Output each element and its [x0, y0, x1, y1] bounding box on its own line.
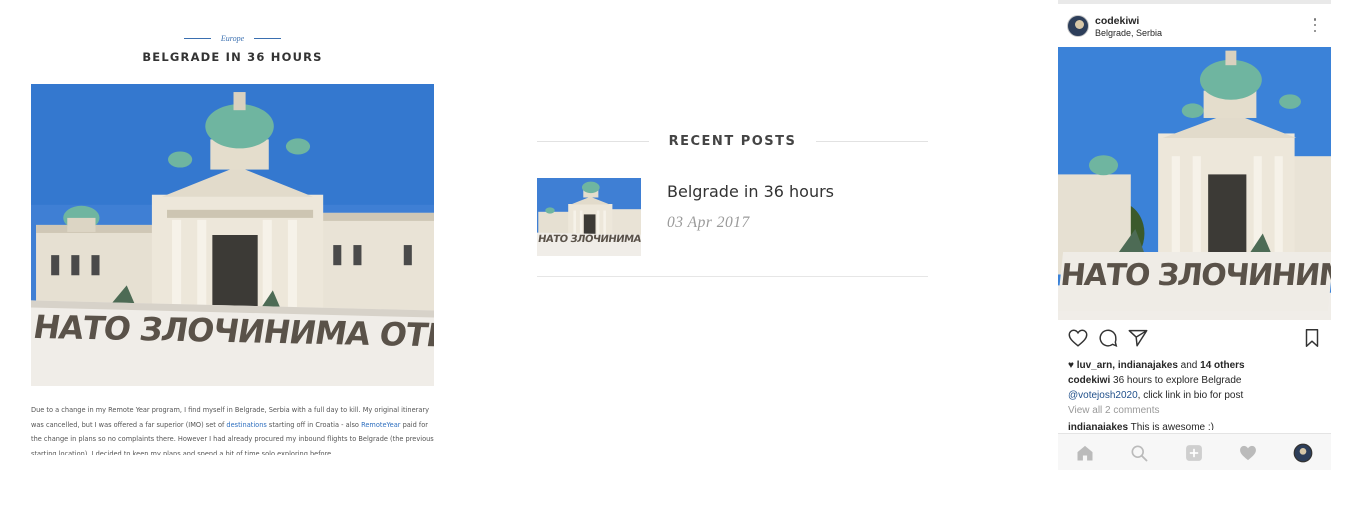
comment-text: This is awesome :): [1128, 422, 1214, 430]
destinations-link[interactable]: destinations: [226, 421, 266, 429]
activity-icon[interactable]: [1238, 443, 1258, 463]
caption-text: 36 hours to explore Belgrade: [1110, 375, 1242, 386]
recent-post-title[interactable]: Belgrade in 36 hours: [667, 182, 834, 201]
location-link[interactable]: Belgrade, Serbia: [1095, 28, 1162, 38]
instagram-post-header: codekiwi Belgrade, Serbia: [1058, 10, 1331, 46]
comment: indianajakes This is awesome :): [1068, 420, 1328, 430]
remoteyear-link[interactable]: RemoteYear: [361, 421, 400, 429]
blog-post: Europe BELGRADE IN 36 HOURS НАТО ЗЛОЧИНИ…: [31, 28, 434, 455]
banner-text: НАТО ЗЛОЧИНИМА ОТЕЛИ: [537, 234, 641, 245]
divider: [1058, 0, 1331, 4]
recent-posts-header: RECENT POSTS: [537, 126, 929, 156]
post-featured-image[interactable]: НАТО ЗЛОЧИНИМА ОТЕЛИ КО: [31, 84, 434, 386]
post-actions: [1058, 324, 1331, 350]
divider: [537, 276, 928, 277]
likes-line: ♥ luv_arn, indianajakes and 14 others: [1068, 358, 1328, 373]
category-row: Europe: [31, 28, 434, 48]
recent-post-item[interactable]: НАТО ЗЛОЧИНИМА ОТЕЛИ Belgrade in 36 hour…: [537, 178, 928, 256]
likes-text: and: [1177, 360, 1201, 371]
heart-icon[interactable]: [1067, 327, 1089, 349]
divider: [537, 140, 649, 142]
recent-post-thumbnail[interactable]: НАТО ЗЛОЧИНИМА ОТЕЛИ: [537, 178, 641, 256]
heart-icon: ♥: [1068, 360, 1074, 371]
share-icon[interactable]: [1127, 327, 1149, 349]
caption: codekiwi 36 hours to explore Belgrade: [1068, 373, 1328, 388]
more-icon[interactable]: [1313, 18, 1317, 32]
recent-posts-title: RECENT POSTS: [668, 133, 797, 149]
post-excerpt: Due to a change in my Remote Year progra…: [31, 403, 434, 455]
comment-username[interactable]: indianajakes: [1068, 422, 1128, 430]
username-link[interactable]: codekiwi: [1095, 15, 1139, 27]
instagram-post-details: ♥ luv_arn, indianajakes and 14 others co…: [1068, 358, 1328, 430]
add-icon[interactable]: [1184, 443, 1204, 463]
banner-text: НАТО ЗЛОЧИНИМА ОТЕЛ: [1058, 252, 1331, 311]
divider: [816, 140, 929, 142]
post-title[interactable]: BELGRADE IN 36 HOURS: [31, 50, 434, 64]
instagram-post: codekiwi Belgrade, Serbia НАТО ЗЛОЧИНИМА…: [1058, 0, 1331, 470]
caption-continued: @votejosh2020, click link in bio for pos…: [1068, 388, 1328, 403]
search-icon[interactable]: [1129, 443, 1149, 463]
avatar[interactable]: [1067, 15, 1089, 37]
instagram-post-image[interactable]: НАТО ЗЛОЧИНИМА ОТЕЛ: [1058, 47, 1331, 320]
category-link[interactable]: Europe: [221, 34, 244, 43]
home-icon[interactable]: [1075, 443, 1095, 463]
recent-posts-widget: RECENT POSTS НАТО ЗЛОЧИНИМА Belgrade in …: [537, 126, 929, 277]
divider: [254, 37, 282, 39]
view-all-comments-link[interactable]: View all 2 comments: [1068, 403, 1328, 418]
recent-post-date: 03 Apr 2017: [667, 214, 750, 231]
liked-by-link[interactable]: luv_arn, indianajakes: [1077, 360, 1178, 371]
excerpt-text: starting off in Croatia - also: [266, 420, 362, 429]
profile-icon[interactable]: [1293, 443, 1313, 463]
comment-icon[interactable]: [1097, 327, 1119, 349]
divider: [183, 37, 211, 39]
bookmark-icon[interactable]: [1301, 327, 1323, 349]
mention-link[interactable]: @votejosh2020: [1068, 390, 1138, 401]
caption-username[interactable]: codekiwi: [1068, 375, 1110, 386]
caption-text: , click link in bio for post: [1137, 390, 1244, 401]
likes-others-link[interactable]: 14 others: [1200, 360, 1244, 371]
bottom-nav: [1058, 433, 1331, 470]
